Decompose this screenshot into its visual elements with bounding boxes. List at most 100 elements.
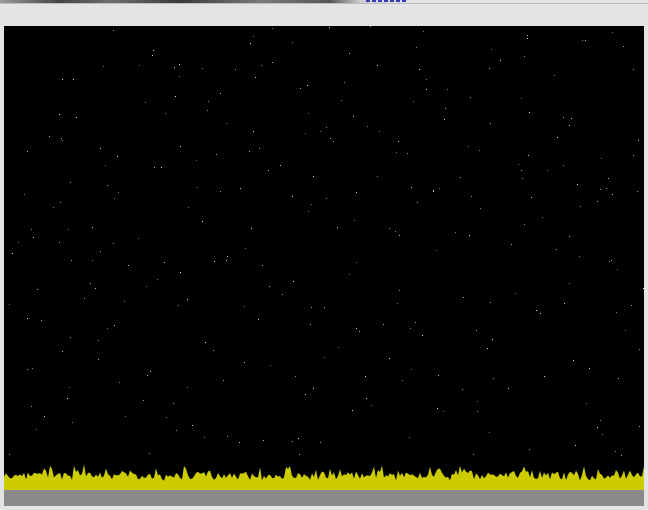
star — [524, 56, 525, 57]
star — [522, 178, 523, 179]
star — [508, 388, 509, 389]
star — [563, 165, 564, 166]
star — [473, 454, 474, 455]
star — [61, 138, 62, 139]
star — [492, 339, 493, 340]
star — [100, 251, 101, 252]
star — [143, 400, 144, 401]
star — [324, 357, 325, 358]
star — [490, 123, 491, 124]
star — [564, 303, 565, 304]
star — [269, 286, 270, 287]
star — [444, 119, 445, 120]
game-canvas[interactable] — [4, 26, 644, 506]
star — [117, 156, 118, 157]
star — [571, 118, 572, 119]
star — [213, 350, 214, 351]
star — [487, 348, 488, 349]
star — [602, 434, 603, 435]
star — [70, 337, 71, 338]
star — [352, 410, 353, 411]
star — [154, 167, 155, 168]
star — [625, 330, 626, 331]
star — [618, 378, 619, 379]
star — [389, 358, 390, 359]
star — [107, 328, 108, 329]
star — [556, 249, 557, 250]
star — [173, 403, 174, 404]
star — [354, 220, 355, 221]
star — [27, 369, 28, 370]
star — [356, 262, 357, 263]
star — [515, 293, 516, 294]
star — [187, 299, 188, 300]
star — [470, 97, 471, 98]
star — [611, 260, 612, 261]
star — [292, 441, 293, 442]
star — [202, 221, 203, 222]
star — [575, 445, 576, 446]
night-sky — [4, 26, 644, 506]
star — [443, 411, 444, 412]
star — [253, 36, 254, 37]
star — [569, 125, 570, 126]
star — [637, 191, 638, 192]
star — [377, 65, 378, 66]
star — [53, 207, 54, 208]
star — [606, 188, 607, 189]
star — [563, 117, 564, 118]
star — [389, 228, 390, 229]
star — [377, 176, 378, 177]
star — [521, 170, 522, 171]
star — [580, 206, 581, 207]
star — [308, 211, 309, 212]
star — [27, 318, 28, 319]
star — [617, 269, 618, 270]
star — [105, 165, 106, 166]
star — [180, 272, 181, 273]
star — [518, 164, 519, 165]
star — [36, 429, 37, 430]
star — [338, 347, 339, 348]
star — [33, 237, 34, 238]
star — [62, 140, 63, 141]
star — [573, 360, 574, 361]
star — [165, 113, 166, 114]
star — [114, 198, 115, 199]
star — [67, 398, 68, 399]
star — [585, 40, 586, 41]
star — [124, 301, 125, 302]
star — [244, 362, 245, 363]
star — [643, 288, 644, 289]
game-scene[interactable] — [4, 26, 644, 506]
star — [308, 113, 309, 114]
star — [62, 79, 63, 80]
star — [100, 148, 101, 149]
star — [383, 324, 384, 325]
star — [521, 98, 522, 99]
star — [527, 38, 528, 39]
star — [397, 303, 398, 304]
star — [12, 253, 13, 254]
star — [9, 454, 10, 455]
star — [310, 324, 311, 325]
star — [313, 176, 314, 177]
star — [262, 265, 263, 266]
star — [175, 96, 176, 97]
toolbar-divider — [0, 3, 648, 4]
star — [477, 401, 478, 402]
star — [320, 442, 321, 443]
star — [68, 229, 69, 230]
star — [500, 60, 501, 61]
star — [295, 376, 296, 377]
star — [60, 202, 61, 203]
star — [479, 150, 480, 151]
star — [220, 93, 221, 94]
star — [305, 394, 306, 395]
star — [250, 43, 251, 44]
star — [298, 438, 299, 439]
star — [324, 307, 325, 308]
star — [227, 256, 228, 257]
star — [367, 126, 368, 127]
star — [411, 187, 412, 188]
